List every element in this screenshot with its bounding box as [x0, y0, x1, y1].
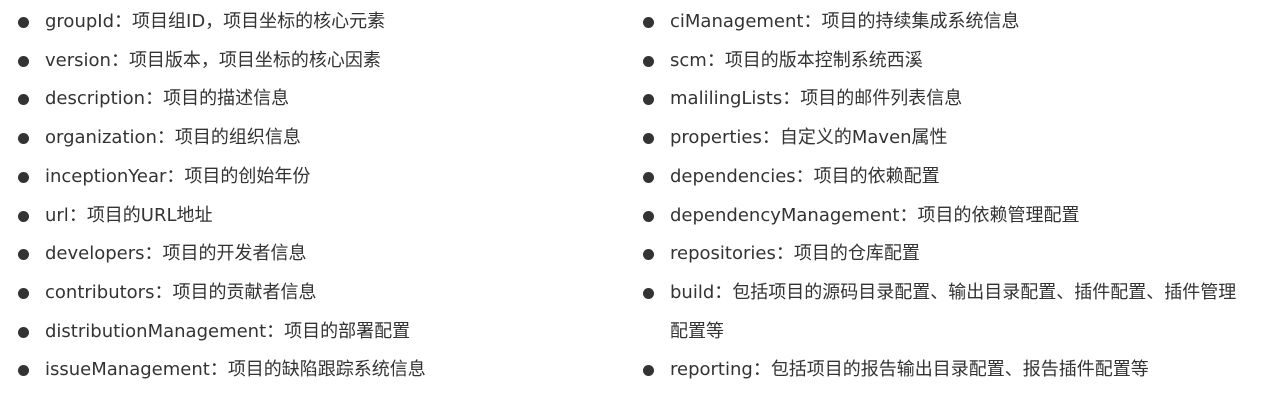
item-description: 项目的缺陷跟踪系统信息: [227, 359, 426, 381]
item-key: url: [45, 204, 69, 226]
item-key: contributors: [45, 281, 155, 303]
item-description: 项目的部署配置: [284, 320, 411, 342]
item-separator: ：: [775, 243, 794, 265]
list-item: distributionManagement：项目的部署配置: [18, 313, 598, 352]
list-item: contributors：项目的贡献者信息: [18, 274, 598, 313]
item-separator: ：: [166, 165, 185, 187]
bullet-icon: [18, 171, 29, 183]
item-description: 项目的持续集成系统信息: [821, 11, 1020, 32]
bullet-icon: [643, 55, 654, 67]
bullet-icon: [18, 17, 29, 28]
item-separator: ：: [145, 88, 164, 110]
bullet-icon: [18, 133, 29, 145]
bullet-icon: [643, 17, 654, 28]
item-separator: ：: [706, 49, 725, 71]
list-item: dependencies：项目的依赖配置: [643, 158, 1253, 197]
bullet-icon: [643, 171, 654, 183]
item-separator: ：: [803, 11, 822, 32]
list-item: scm：项目的版本控制系统西溪: [643, 42, 1253, 81]
item-description: 项目的URL地址: [86, 204, 213, 226]
item-separator: ：: [68, 204, 87, 226]
item-separator: ：: [782, 88, 801, 110]
item-separator: ：: [154, 281, 173, 303]
list-item: properties：自定义的Maven属性: [643, 119, 1253, 158]
list-item: issueManagement：项目的缺陷跟踪系统信息: [18, 351, 598, 390]
list-item: ciManagement：项目的持续集成系统信息: [643, 3, 1253, 42]
list-item: groupId：项目组ID，项目坐标的核心元素: [18, 3, 598, 42]
item-separator: ：: [266, 320, 285, 342]
item-description: 项目的组织信息: [174, 127, 301, 149]
item-separator: ：: [752, 359, 771, 381]
item-separator: ：: [144, 243, 163, 265]
item-description: 自定义的Maven属性: [779, 127, 948, 149]
bullet-icon: [643, 94, 654, 106]
item-key: developers: [45, 243, 145, 265]
bullet-icon: [643, 287, 654, 299]
item-description: 包括项目的源码目录配置、输出目录配置、插件配置、插件管理配置等: [670, 281, 1237, 342]
bullet-icon: [643, 133, 654, 145]
bullet-icon: [18, 94, 29, 106]
bullet-icon: [18, 210, 29, 222]
item-separator: ：: [209, 359, 228, 381]
list-item: inceptionYear：项目的创始年份: [18, 158, 598, 197]
item-separator: ：: [795, 165, 814, 187]
item-description: 项目的开发者信息: [162, 243, 307, 265]
item-key: organization: [45, 127, 157, 149]
item-key: reporting: [670, 359, 753, 381]
list-item: organization：项目的组织信息: [18, 119, 598, 158]
bullet-icon: [643, 249, 654, 261]
list-item: developers：项目的开发者信息: [18, 235, 598, 274]
bullet-icon: [18, 249, 29, 261]
left-list: groupId：项目组ID，项目坐标的核心元素 version：项目版本，项目坐标…: [18, 3, 598, 390]
item-key: description: [45, 88, 146, 110]
item-key: dependencies: [670, 165, 796, 187]
item-key: malilingLists: [670, 88, 783, 110]
bullet-icon: [643, 210, 654, 222]
item-key: build: [670, 281, 715, 303]
bullet-icon: [18, 287, 29, 299]
item-description: 项目组ID，项目坐标的核心元素: [132, 11, 386, 32]
item-separator: ：: [761, 127, 780, 149]
item-key: dependencyManagement: [670, 204, 900, 226]
item-key: properties: [670, 127, 762, 149]
item-description: 项目的描述信息: [163, 88, 290, 110]
bullet-icon: [18, 55, 29, 67]
item-description: 项目的依赖配置: [813, 165, 940, 187]
item-description: 项目的创始年份: [184, 165, 311, 187]
item-description: 项目的邮件列表信息: [800, 88, 963, 110]
bullet-icon: [18, 326, 29, 338]
item-separator: ：: [714, 281, 733, 303]
bullet-icon: [18, 365, 29, 377]
right-list: ciManagement：项目的持续集成系统信息 scm：项目的版本控制系统西溪 m…: [643, 3, 1253, 390]
list-item: reporting：包括项目的报告输出目录配置、报告插件配置等: [643, 351, 1253, 390]
item-description: 项目的依赖管理配置: [917, 204, 1080, 226]
item-separator: ：: [114, 11, 133, 32]
item-key: groupId: [45, 11, 115, 32]
item-description: 项目版本，项目坐标的核心因素: [128, 49, 381, 71]
item-key: scm: [670, 49, 707, 71]
list-item: version：项目版本，项目坐标的核心因素: [18, 42, 598, 81]
item-key: distributionManagement: [45, 320, 267, 342]
item-key: version: [45, 49, 111, 71]
item-description: 包括项目的报告输出目录配置、报告插件配置等: [770, 359, 1149, 381]
item-key: issueManagement: [45, 359, 210, 381]
list-item: dependencyManagement：项目的依赖管理配置: [643, 197, 1253, 236]
list-item: description：项目的描述信息: [18, 80, 598, 119]
list-item: url：项目的URL地址: [18, 197, 598, 236]
list-item: build：包括项目的源码目录配置、输出目录配置、插件配置、插件管理配置等: [643, 274, 1253, 351]
item-description: 项目的仓库配置: [793, 243, 920, 265]
item-key: repositories: [670, 243, 776, 265]
list-item: repositories：项目的仓库配置: [643, 235, 1253, 274]
list-item: malilingLists：项目的邮件列表信息: [643, 80, 1253, 119]
bullet-icon: [643, 365, 654, 377]
item-separator: ：: [110, 49, 129, 71]
item-separator: ：: [156, 127, 175, 149]
item-key: inceptionYear: [45, 165, 167, 187]
item-description: 项目的贡献者信息: [172, 281, 317, 303]
item-key: ciManagement: [670, 11, 804, 32]
item-separator: ：: [899, 204, 918, 226]
item-description: 项目的版本控制系统西溪: [724, 49, 923, 71]
